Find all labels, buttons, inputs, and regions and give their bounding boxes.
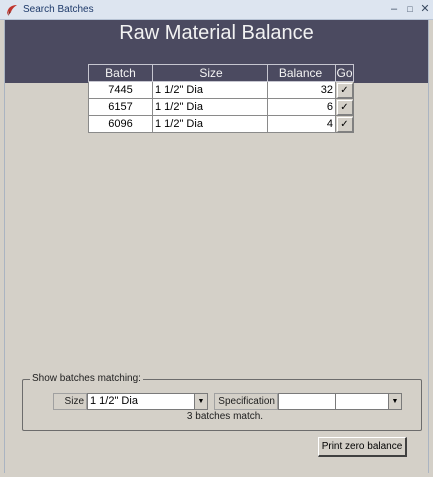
title-bar: Search Batches – □ ✕	[0, 0, 433, 20]
go-check-button[interactable]: ✓	[336, 82, 353, 98]
column-header-batch: Batch	[88, 64, 153, 82]
print-zero-balance-button[interactable]: Print zero balance	[318, 437, 407, 457]
close-button[interactable]: ✕	[418, 2, 432, 17]
size-cell[interactable]: 1 1/2" Dia	[152, 115, 268, 133]
go-check-button[interactable]: ✓	[336, 116, 353, 132]
table-row: 6096 1 1/2" Dia 4 ✓	[88, 115, 354, 133]
column-header-balance: Balance	[267, 64, 336, 82]
table-header-row: Batch Size Balance Go	[88, 64, 354, 82]
chevron-down-icon[interactable]: ▼	[388, 394, 401, 409]
batch-cell[interactable]: 6096	[88, 115, 153, 133]
size-label: Size	[53, 393, 87, 410]
maximize-button[interactable]: □	[403, 2, 417, 17]
form-body: Raw Material Balance Batch Size Balance …	[4, 20, 429, 473]
size-cell[interactable]: 1 1/2" Dia	[152, 81, 268, 99]
size-cell[interactable]: 1 1/2" Dia	[152, 98, 268, 116]
window-title: Search Batches	[23, 4, 94, 15]
batch-table: Batch Size Balance Go 7445 1 1/2" Dia 32…	[88, 64, 354, 133]
balance-cell[interactable]: 32	[267, 81, 336, 99]
combo-column-divider	[335, 394, 336, 409]
filter-group-label: Show batches matching:	[30, 373, 143, 384]
match-count-text: 3 batches match.	[186, 411, 264, 422]
go-check-button[interactable]: ✓	[336, 99, 353, 115]
specification-label: Specification	[214, 393, 278, 410]
column-header-go: Go	[335, 64, 354, 82]
specification-combo[interactable]: ▼	[278, 393, 402, 410]
batch-cell[interactable]: 7445	[88, 81, 153, 99]
go-cell: ✓	[335, 115, 354, 133]
page-title: Raw Material Balance	[119, 22, 314, 44]
balance-cell[interactable]: 4	[267, 115, 336, 133]
table-row: 6157 1 1/2" Dia 6 ✓	[88, 98, 354, 116]
go-cell: ✓	[335, 98, 354, 116]
size-combo[interactable]: 1 1/2" Dia ▼	[87, 393, 208, 410]
go-cell: ✓	[335, 81, 354, 99]
batch-cell[interactable]: 6157	[88, 98, 153, 116]
size-combo-value: 1 1/2" Dia	[90, 395, 138, 407]
minimize-button[interactable]: –	[387, 2, 401, 17]
table-row: 7445 1 1/2" Dia 32 ✓	[88, 81, 354, 99]
chevron-down-icon[interactable]: ▼	[194, 394, 207, 409]
balance-cell[interactable]: 6	[267, 98, 336, 116]
app-icon	[7, 5, 17, 16]
column-header-size: Size	[152, 64, 268, 82]
